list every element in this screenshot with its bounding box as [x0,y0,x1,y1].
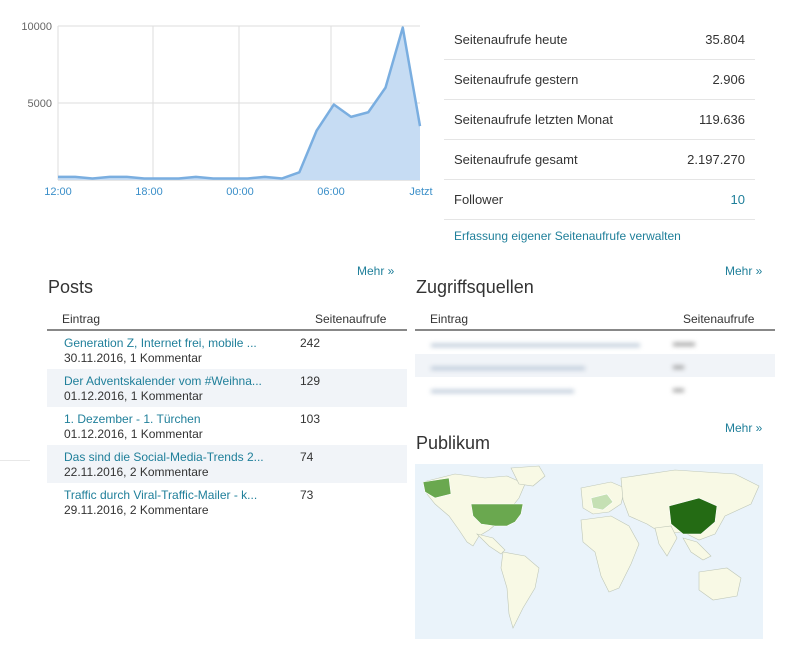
stat-row-yesterday: Seitenaufrufe gestern 2.906 [444,60,755,100]
manage-own-pageviews-link[interactable]: Erfassung eigener Seitenaufrufe verwalte… [454,229,681,243]
stat-label: Follower [454,192,504,207]
stat-value: 2.197.270 [687,152,745,167]
redacted-source-url[interactable]: ▬▬▬▬▬▬▬▬▬▬▬▬▬ [431,384,574,396]
post-meta: 01.12.2016, 1 Kommentar [64,389,203,403]
post-title-link[interactable]: Traffic durch Viral-Traffic-Mailer - k..… [64,488,300,503]
table-row: Traffic durch Viral-Traffic-Mailer - k..… [47,483,407,521]
post-entry: Das sind die Social-Media-Trends 2... 22… [47,450,300,480]
y-tick-label: 10000 [21,21,52,33]
pageviews-chart: 10000 5000 12:00 18:00 00:00 06:00 Jetzt [21,21,432,198]
stat-row-last-month: Seitenaufrufe letzten Monat 119.636 [444,100,755,140]
sources-table-header: Eintrag Seitenaufrufe [415,309,775,331]
redacted-source-url[interactable]: ▬▬▬▬▬▬▬▬▬▬▬▬▬▬▬▬▬▬▬ [431,338,640,350]
column-header-entry: Eintrag [430,312,469,326]
table-row: Das sind die Social-Media-Trends 2... 22… [47,445,407,483]
post-meta: 22.11.2016, 2 Kommentare [64,465,209,479]
post-meta: 29.11.2016, 2 Kommentare [64,503,209,517]
audience-title: Publikum [416,433,491,453]
stat-row-followers: Follower 10 [444,180,755,220]
stat-value: 2.906 [712,72,745,87]
stat-row-today: Seitenaufrufe heute 35.804 [444,20,755,60]
post-entry: 1. Dezember - 1. Türchen 01.12.2016, 1 K… [47,412,300,442]
stat-value: 119.636 [698,112,745,127]
post-title-link[interactable]: Generation Z, Internet frei, mobile ... [64,336,300,351]
table-row-redacted: ▬▬▬▬▬▬▬▬▬▬▬▬▬▬ ▬ [415,354,775,377]
post-views: 242 [300,336,321,350]
x-tick-label: 06:00 [317,186,345,198]
audience-more-link[interactable]: Mehr » [725,421,762,435]
posts-table: Eintrag Seitenaufrufe Generation Z, Inte… [47,309,407,521]
stat-value: 35.804 [705,32,745,47]
table-row: Generation Z, Internet frei, mobile ... … [47,331,407,369]
post-views: 129 [300,374,321,388]
stat-row-total: Seitenaufrufe gesamt 2.197.270 [444,140,755,180]
post-entry: Traffic durch Viral-Traffic-Mailer - k..… [47,488,300,518]
y-tick-label: 5000 [28,98,52,110]
sources-title: Zugriffsquellen [416,277,534,297]
table-row: Der Adventskalender vom #Weihna... 01.12… [47,369,407,407]
stats-panel: Seitenaufrufe heute 35.804 Seitenaufrufe… [444,20,764,220]
post-entry: Generation Z, Internet frei, mobile ... … [47,336,300,366]
sources-table: Eintrag Seitenaufrufe ▬▬▬▬▬▬▬▬▬▬▬▬▬▬▬▬▬▬… [415,309,775,400]
x-tick-label: 12:00 [44,186,72,198]
x-tick-label: 00:00 [226,186,254,198]
redacted-source-views: ▬ [673,359,684,372]
post-title-link[interactable]: Der Adventskalender vom #Weihna... [64,374,300,389]
post-title-link[interactable]: 1. Dezember - 1. Türchen [64,412,300,427]
table-row: 1. Dezember - 1. Türchen 01.12.2016, 1 K… [47,407,407,445]
stat-label: Seitenaufrufe gestern [454,72,579,87]
post-views: 74 [300,450,314,464]
stat-label: Seitenaufrufe heute [454,32,568,47]
divider [0,460,30,461]
post-title-link[interactable]: Das sind die Social-Media-Trends 2... [64,450,300,465]
post-meta: 30.11.2016, 1 Kommentar [64,351,202,365]
x-tick-label: 18:00 [135,186,163,198]
column-header-views: Seitenaufrufe [683,312,755,326]
table-row-redacted: ▬▬▬▬▬▬▬▬▬▬▬▬▬ ▬ [415,377,775,400]
table-row-redacted: ▬▬▬▬▬▬▬▬▬▬▬▬▬▬▬▬▬▬▬ ▬▬ [415,331,775,354]
posts-table-header: Eintrag Seitenaufrufe [47,309,407,331]
redacted-source-views: ▬ [673,382,684,395]
post-entry: Der Adventskalender vom #Weihna... 01.12… [47,374,300,404]
stat-label: Seitenaufrufe letzten Monat [454,112,613,127]
redacted-source-views: ▬▬ [673,336,695,349]
stat-label: Seitenaufrufe gesamt [454,152,578,167]
post-views: 103 [300,412,321,426]
followers-count-link[interactable]: 10 [731,192,745,207]
redacted-source-url[interactable]: ▬▬▬▬▬▬▬▬▬▬▬▬▬▬ [431,361,585,373]
column-header-entry: Eintrag [62,312,101,326]
posts-more-link[interactable]: Mehr » [357,264,394,278]
column-header-views: Seitenaufrufe [315,312,387,326]
post-views: 73 [300,488,314,502]
posts-title: Posts [48,277,94,297]
audience-world-map [415,464,763,639]
sources-more-link[interactable]: Mehr » [725,264,762,278]
x-tick-label: Jetzt [409,186,432,198]
post-meta: 01.12.2016, 1 Kommentar [64,427,203,441]
